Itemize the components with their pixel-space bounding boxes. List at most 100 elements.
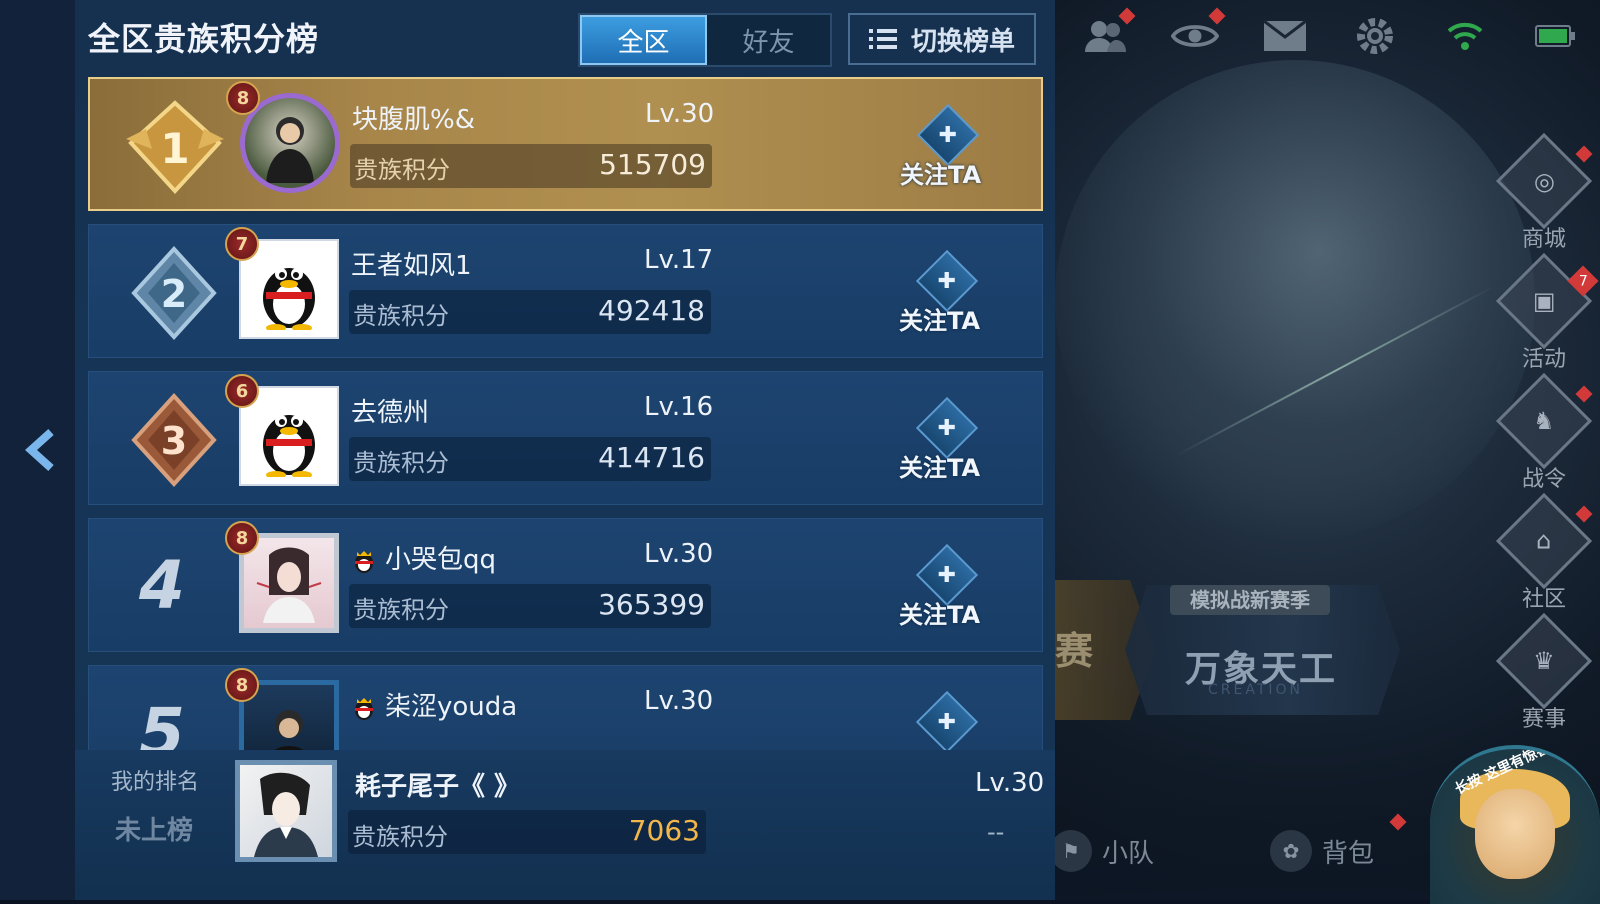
tab-friends[interactable]: 好友 [707, 15, 830, 65]
follow-button[interactable]: ✚ 关注TA [899, 543, 989, 631]
community-icon: ⌂ [1495, 492, 1593, 590]
player-level: Lv.17 [644, 245, 714, 275]
leaderboard-row: 1 8 块腹肌%& Lv.30 贵族积分 515709 ✚ 关注TA [88, 77, 1043, 211]
side-item-battle-pass[interactable]: ♞ 战令 [1494, 372, 1594, 500]
season-tag: 模拟战新赛季 [1170, 585, 1330, 615]
score-value: 365399 [598, 588, 705, 621]
svg-text:3: 3 [161, 419, 187, 463]
switch-leaderboard-label: 切换榜单 [910, 26, 1015, 57]
rank-badge-bronze: 3 [119, 392, 229, 488]
rank-number: 5 [139, 694, 185, 752]
my-rank-bar: 我的排名 未上榜 耗子尾子《 》 Lv.30 贵族积分 7063 -- [75, 750, 1055, 900]
season-subtitle: CREATION [1208, 682, 1304, 698]
backpack-icon: ✿ [1270, 830, 1312, 872]
character-shortcut[interactable]: 长按 这里有惊喜哦 [1430, 745, 1600, 904]
back-arrow-icon[interactable] [20, 425, 60, 475]
svg-text:2: 2 [161, 272, 187, 316]
avatar[interactable]: 8 [225, 521, 343, 637]
trophy-icon: ♛ [1495, 612, 1593, 710]
qq-vip-icon [355, 697, 373, 720]
player-name-text: 小哭包qq [385, 545, 497, 575]
switch-leaderboard-button[interactable]: 切换榜单 [848, 13, 1036, 65]
event-icon: ▣ [1495, 252, 1593, 350]
follow-label: 关注TA [899, 601, 981, 629]
leaderboard-row: 3 6 去德州 Lv.16 贵族积分 414716 ✚ 关注TA [88, 371, 1043, 505]
rank-badge-silver: 2 [119, 245, 229, 341]
follow-button[interactable]: ✚ [899, 690, 989, 752]
side-item-event[interactable]: ▣ 活动 7 [1494, 252, 1599, 380]
player-level: Lv.30 [644, 686, 714, 716]
player-name-text: 柒涩youda [385, 692, 518, 722]
leaderboard-row: 2 7 王者如风1 Lv.17 贵族积分 492418 ✚ 关注TA [88, 224, 1043, 358]
character-face [1475, 789, 1555, 879]
my-rank-label: 我的排名 [111, 770, 200, 795]
player-name: 块腹肌%& [352, 105, 475, 135]
score-bar: 贵族积分 515709 [350, 144, 712, 188]
vip-level-badge: 8 [226, 81, 260, 115]
player-level: Lv.30 [644, 539, 714, 569]
follow-button[interactable]: ✚ 关注TA [899, 249, 989, 337]
side-menu: ◎ 商城 ▣ 活动 7 ♞ 战令 ⌂ 社区 ♛ 赛事 [1494, 132, 1599, 740]
avatar[interactable]: 7 [225, 227, 343, 343]
battery-icon [1531, 12, 1579, 60]
player-level: Lv.16 [644, 392, 714, 422]
list-icon [868, 29, 897, 49]
bottom-nav-team[interactable]: ⚑ 小队 [1050, 830, 1154, 872]
side-item-community[interactable]: ⌂ 社区 [1494, 492, 1594, 620]
my-score-bar: 贵族积分 7063 [348, 810, 706, 854]
follow-label: 关注TA [900, 161, 982, 189]
shop-icon: ◎ [1495, 132, 1593, 230]
leaderboard-list: 1 8 块腹肌%& Lv.30 贵族积分 515709 ✚ 关注TA 2 7 王… [88, 77, 1043, 752]
mode-banner-text: 赛 [1055, 629, 1094, 673]
side-item-tournament[interactable]: ♛ 赛事 [1494, 612, 1594, 740]
follow-label: 关注TA [899, 454, 981, 482]
friends-icon[interactable] [1081, 7, 1136, 60]
vip-level-badge: 6 [225, 374, 259, 408]
mail-icon[interactable] [1261, 12, 1309, 60]
top-icon-bar [1060, 0, 1600, 72]
battle-pass-icon: ♞ [1495, 372, 1593, 470]
tab-all-region[interactable]: 全区 [580, 15, 707, 65]
follow-label: 关注TA [899, 307, 981, 335]
settings-gear-icon[interactable] [1351, 12, 1399, 60]
avatar[interactable]: 6 [225, 374, 343, 490]
qq-vip-icon [355, 550, 373, 573]
leaderboard-row: 4 8 小哭包qq Lv.30 贵族积分 365399 ✚ 关注TA [88, 518, 1043, 652]
spectate-eye-icon[interactable] [1171, 7, 1226, 60]
score-bar: 贵族积分 414716 [349, 437, 711, 481]
side-item-shop[interactable]: ◎ 商城 [1494, 132, 1594, 260]
score-label: 贵族积分 [352, 823, 448, 851]
avatar[interactable]: 8 [225, 668, 343, 752]
player-name: 王者如风1 [351, 251, 472, 281]
team-icon: ⚑ [1050, 830, 1092, 872]
score-label: 贵族积分 [354, 156, 450, 184]
vip-level-badge: 8 [225, 668, 259, 702]
bottom-nav-label: 小队 [1102, 838, 1155, 869]
player-level: Lv.30 [645, 99, 715, 129]
score-value: 515709 [599, 148, 706, 181]
rank-number: 4 [139, 547, 185, 624]
player-name: 去德州 [351, 398, 430, 428]
player-name: 小哭包qq [351, 539, 496, 576]
background-planet [1055, 60, 1535, 540]
rank-badge-gold: 1 [120, 99, 230, 195]
my-avatar[interactable] [235, 760, 337, 862]
player-name: 柒涩youda [351, 686, 517, 723]
avatar[interactable]: 8 [226, 81, 344, 197]
follow-button[interactable]: ✚ 关注TA [899, 396, 989, 484]
my-player-level: Lv.30 [975, 768, 1045, 798]
bottom-nav-backpack[interactable]: ✿ 背包 [1270, 813, 1407, 872]
scope-tabs: 全区 好友 [578, 13, 832, 67]
score-value: 414716 [598, 441, 705, 474]
add-friend-icon: ✚ [915, 690, 979, 752]
my-rank-placeholder: -- [987, 818, 1005, 846]
score-label: 贵族积分 [353, 302, 449, 330]
vip-level-badge: 8 [225, 521, 259, 555]
my-score-value: 7063 [628, 814, 700, 847]
follow-button[interactable]: ✚ 关注TA [900, 103, 990, 191]
vip-level-badge: 7 [225, 227, 259, 261]
my-player-name: 耗子尾子《 》 [355, 772, 521, 802]
leaderboard-row: 5 8 柒涩youda Lv.30 ✚ [88, 665, 1043, 752]
score-label: 贵族积分 [353, 449, 449, 477]
page-title: 全区贵族积分榜 [88, 20, 320, 58]
